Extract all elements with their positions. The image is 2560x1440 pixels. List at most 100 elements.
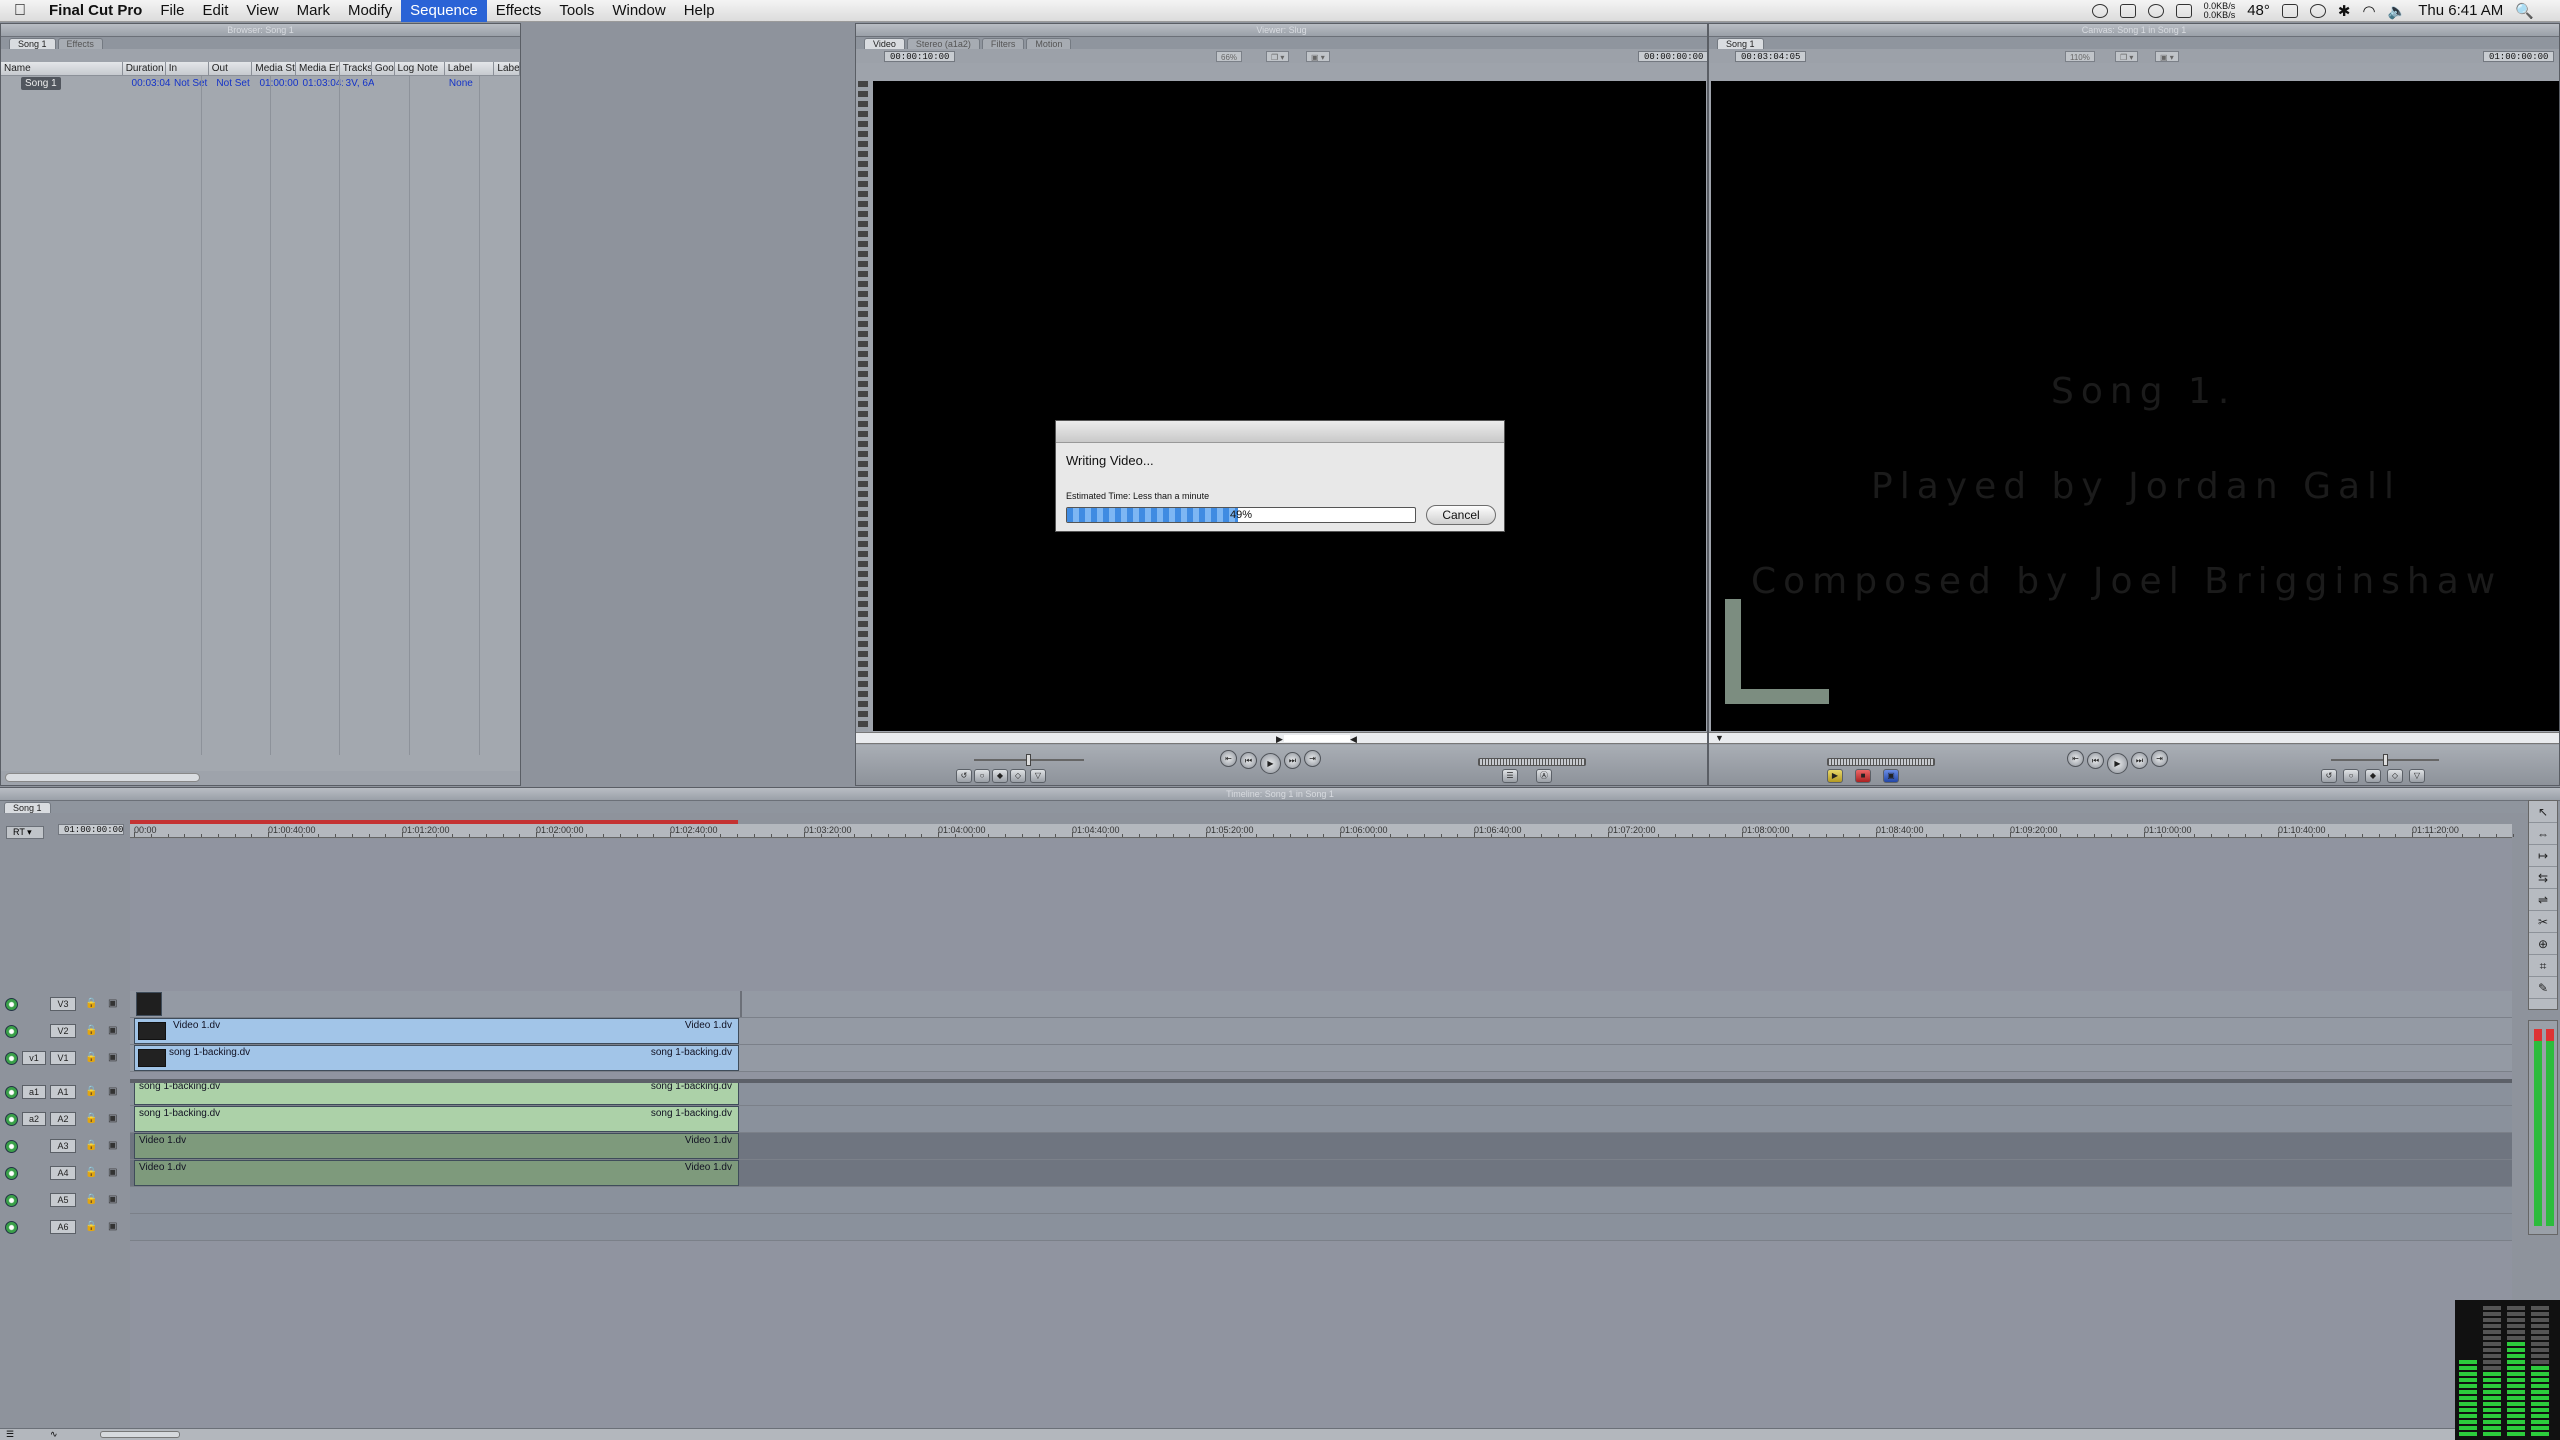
- viewer-shuttle[interactable]: [974, 754, 1084, 766]
- play-around-icon[interactable]: ⇥: [2151, 750, 2168, 767]
- track-name[interactable]: V3: [50, 997, 76, 1011]
- bluetooth-icon[interactable]: ✱: [2338, 2, 2351, 20]
- lock-icon[interactable]: 🔒: [85, 1052, 97, 1063]
- slug-clip[interactable]: [136, 992, 162, 1016]
- lock-icon[interactable]: 🔒: [85, 998, 97, 1009]
- insert-edit-icon[interactable]: ▶: [1827, 769, 1843, 783]
- match-frame-icon[interactable]: ↺: [956, 769, 972, 783]
- clock[interactable]: Thu 6:41 AM: [2418, 2, 2503, 19]
- play-in-to-out-icon[interactable]: ⇤: [1220, 750, 1237, 767]
- col-label-2[interactable]: Label 2: [494, 62, 520, 75]
- menu-tools[interactable]: Tools: [550, 0, 603, 22]
- viewer-jog[interactable]: [1478, 758, 1586, 766]
- lock-icon[interactable]: 🔒: [85, 1140, 97, 1151]
- track-name[interactable]: V1: [50, 1051, 76, 1065]
- track-audible-icon[interactable]: [5, 1167, 18, 1180]
- track-name[interactable]: A5: [50, 1193, 76, 1207]
- auto-select-icon[interactable]: ▣: [108, 1140, 117, 1151]
- auto-select-icon[interactable]: ▣: [108, 1113, 117, 1124]
- menu-help[interactable]: Help: [675, 0, 724, 22]
- video-clip[interactable]: song 1-backing.dv song 1-backing.dv: [134, 1045, 739, 1071]
- track-visibility-icon[interactable]: [5, 1025, 18, 1038]
- edit-select-tool-icon[interactable]: ⇔: [2529, 823, 2557, 845]
- track-select-tool-icon[interactable]: ↦: [2529, 845, 2557, 867]
- canvas-view-popup[interactable]: ❐ ▾: [2115, 51, 2139, 62]
- lock-icon[interactable]: 🔒: [85, 1113, 97, 1124]
- menu-file[interactable]: File: [151, 0, 193, 22]
- tab-video[interactable]: Video: [864, 38, 905, 49]
- tab-song-1[interactable]: Song 1: [4, 802, 51, 813]
- viewer-duration-timecode[interactable]: 00:00:10:00: [884, 51, 956, 62]
- lock-icon[interactable]: 🔒: [85, 1194, 97, 1205]
- col-out[interactable]: Out: [209, 62, 253, 75]
- match-frame-icon[interactable]: ↺: [2321, 769, 2337, 783]
- razor-tool-icon[interactable]: ✂: [2529, 911, 2557, 933]
- volume-icon[interactable]: 🔈: [2388, 2, 2407, 20]
- pen-tool-icon[interactable]: ✎: [2529, 977, 2557, 999]
- canvas-scrubber[interactable]: ▼: [1709, 732, 2559, 744]
- tab-stereo[interactable]: Stereo (a1a2): [906, 38, 980, 49]
- add-marker-icon[interactable]: ▽: [1030, 769, 1046, 783]
- track-name[interactable]: A2: [50, 1112, 76, 1126]
- canvas-shuttle[interactable]: [2331, 754, 2439, 766]
- lock-icon[interactable]: 🔒: [85, 1221, 97, 1232]
- timeline-tracks-area[interactable]: Video 1.dv Video 1.dv song 1-backing.dv …: [130, 839, 2512, 1428]
- status-icon-2[interactable]: [2119, 3, 2136, 18]
- shuttle-knob[interactable]: [1026, 754, 1031, 766]
- track-audible-icon[interactable]: [5, 1113, 18, 1126]
- col-media-start[interactable]: Media Start: [252, 62, 297, 75]
- auto-select-icon[interactable]: ▣: [108, 1167, 117, 1178]
- audio-clip[interactable]: song 1-backing.dv song 1-backing.dv: [134, 1106, 739, 1132]
- canvas-video-area[interactable]: Song 1. Played by Jordan Gall Composed b…: [1711, 81, 2559, 731]
- viewer-zoom-popup[interactable]: 66%: [1216, 51, 1243, 62]
- display-icon[interactable]: [2281, 3, 2298, 18]
- auto-select-icon[interactable]: ▣: [108, 1052, 117, 1063]
- viewer-video-area[interactable]: [873, 81, 1706, 731]
- status-icon-4[interactable]: [2175, 3, 2192, 18]
- tab-motion[interactable]: Motion: [1026, 38, 1072, 49]
- track-name[interactable]: A4: [50, 1166, 76, 1180]
- shuttle-knob[interactable]: [2383, 754, 2388, 766]
- mark-clip-icon[interactable]: ○: [974, 769, 990, 783]
- track-audible-icon[interactable]: [5, 1194, 18, 1207]
- slip-tool-icon[interactable]: ⇌: [2529, 889, 2557, 911]
- tab-song-1[interactable]: Song 1: [1717, 38, 1764, 49]
- keyframes-icon[interactable]: ∿: [50, 1429, 58, 1440]
- app-menu[interactable]: Final Cut Pro: [40, 0, 151, 22]
- browser-row[interactable]: Song 1 00:03:04:05 Not Set Not Set 01:00…: [1, 77, 520, 90]
- timeline-ruler[interactable]: 00:00 01:00:40:00 01:01:20:00 01:02:00:00 01…: [130, 824, 2531, 838]
- previous-edit-icon[interactable]: ⏮: [2087, 752, 2104, 769]
- source-control[interactable]: v1: [22, 1051, 46, 1065]
- clip-overlays-icon[interactable]: ☰: [6, 1429, 14, 1440]
- rt-popup[interactable]: RT ▾: [6, 826, 44, 839]
- auto-select-icon[interactable]: ▣: [108, 1221, 117, 1232]
- video-clip[interactable]: Video 1.dv Video 1.dv: [134, 1018, 739, 1044]
- viewer-current-timecode[interactable]: 00:00:00:00: [1638, 51, 1707, 62]
- recent-clips-icon[interactable]: ☰: [1502, 769, 1518, 783]
- track-name[interactable]: A1: [50, 1085, 76, 1099]
- source-control[interactable]: a2: [22, 1112, 46, 1126]
- auto-select-icon[interactable]: ▣: [108, 998, 117, 1009]
- sequence-name[interactable]: Song 1: [21, 77, 61, 90]
- viewer-scrubber[interactable]: ▶ ◀: [856, 732, 1707, 744]
- crop-tool-icon[interactable]: ⌗: [2529, 955, 2557, 977]
- timeline-current-timecode[interactable]: 01:00:00:00: [58, 824, 124, 835]
- col-log-note[interactable]: Log Note: [395, 62, 445, 75]
- track-audible-icon[interactable]: [5, 1140, 18, 1153]
- out-point-marker[interactable]: ◀: [1350, 734, 1357, 745]
- viewer-overlay-popup[interactable]: ▣ ▾: [1306, 51, 1330, 62]
- play-icon[interactable]: ▶: [2107, 753, 2128, 774]
- col-tracks[interactable]: Tracks: [340, 62, 372, 75]
- track-visibility-icon[interactable]: [5, 998, 18, 1011]
- tab-song-1[interactable]: Song 1: [9, 38, 56, 49]
- overwrite-edit-icon[interactable]: ■: [1855, 769, 1871, 783]
- mark-clip-icon[interactable]: ○: [2343, 769, 2359, 783]
- timemachine-icon[interactable]: [2309, 3, 2326, 18]
- col-media-end[interactable]: Media End: [296, 62, 340, 75]
- menu-view[interactable]: View: [237, 0, 287, 22]
- col-name[interactable]: Name: [1, 62, 123, 75]
- status-icon-1[interactable]: [2091, 3, 2108, 18]
- video-audio-divider[interactable]: [130, 1079, 2512, 1083]
- roll-tool-icon[interactable]: ⇆: [2529, 867, 2557, 889]
- source-control[interactable]: a1: [22, 1085, 46, 1099]
